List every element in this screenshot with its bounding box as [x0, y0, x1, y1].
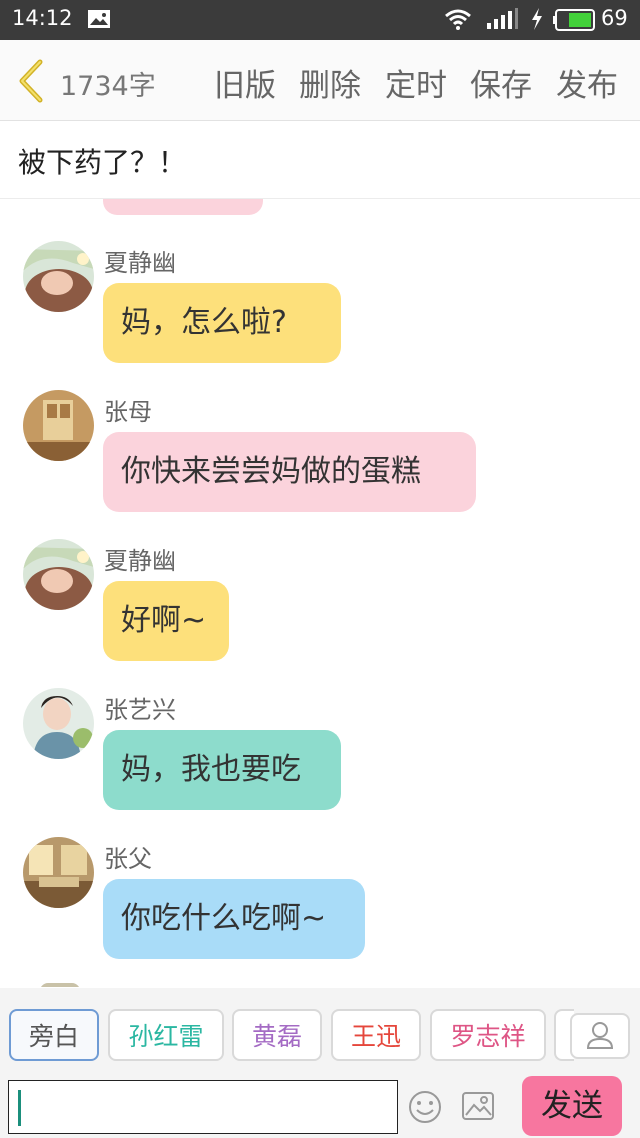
sender-name: 夏静幽	[104, 547, 176, 575]
schedule-button[interactable]: 定时	[385, 60, 447, 105]
top-toolbar: 1734字 旧版 删除 定时 保存 发布	[0, 40, 640, 121]
avatar[interactable]	[23, 837, 94, 908]
avatar[interactable]	[23, 390, 94, 461]
status-bar: 14:12 69	[0, 0, 640, 40]
role-chip-narrator[interactable]: 旁白	[9, 1009, 99, 1061]
text-caret	[18, 1090, 21, 1126]
role-chip[interactable]: 王迅	[331, 1009, 421, 1061]
chat-message[interactable]: 张父 你吃什么吃啊~	[0, 837, 640, 967]
sender-name: 张母	[104, 398, 152, 426]
message-bubble[interactable]: 妈，我也要吃	[103, 730, 341, 810]
message-bubble[interactable]: 你吃什么吃啊~	[103, 879, 365, 959]
role-chip[interactable]: 孙红雷	[108, 1009, 224, 1061]
image-icon	[87, 9, 111, 29]
message-input[interactable]	[8, 1080, 398, 1134]
partial-message-bubble[interactable]	[103, 199, 263, 215]
avatar[interactable]	[23, 241, 94, 312]
message-bubble[interactable]: 你快来尝尝妈做的蛋糕	[103, 432, 476, 512]
emoji-icon[interactable]	[408, 1090, 442, 1128]
message-bubble[interactable]: 妈，怎么啦?	[103, 283, 341, 363]
battery-percent: 69	[601, 6, 628, 30]
composer-bar: 发送	[0, 1074, 640, 1138]
chat-area[interactable]: 夏静幽 妈，怎么啦? 张母 你快来尝尝妈做的蛋糕 夏静幽 好啊~ 张艺兴 妈，我…	[0, 199, 640, 987]
message-bubble[interactable]: 好啊~	[103, 581, 229, 661]
chat-message[interactable]: 张母 你快来尝尝妈做的蛋糕	[0, 390, 640, 520]
story-title: 被下药了？！	[18, 146, 187, 179]
delete-button[interactable]: 删除	[299, 60, 361, 105]
signal-icon	[486, 8, 518, 34]
chat-message[interactable]: 夏静幽 妈，怎么啦?	[0, 241, 640, 371]
story-title-bar[interactable]: 被下药了？！	[0, 121, 640, 199]
role-chip[interactable]: 黄磊	[232, 1009, 322, 1061]
sender-name: 夏静幽	[104, 249, 176, 277]
status-time: 14:12	[12, 6, 73, 30]
old-version-button[interactable]: 旧版	[214, 60, 276, 105]
image-icon[interactable]	[461, 1091, 495, 1125]
chat-message[interactable]: 张艺兴 妈，我也要吃	[0, 688, 640, 818]
wifi-icon	[444, 8, 472, 34]
role-chip[interactable]: 罗志祥	[430, 1009, 546, 1061]
publish-button[interactable]: 发布	[556, 60, 618, 105]
sender-name: 张艺兴	[104, 696, 176, 724]
word-count: 1734字	[60, 71, 156, 102]
add-role-button[interactable]	[570, 1013, 630, 1059]
battery-icon	[553, 9, 597, 35]
back-button[interactable]	[14, 58, 50, 104]
send-button[interactable]: 发送	[522, 1076, 622, 1136]
charging-icon	[530, 7, 544, 35]
chat-message[interactable]: 夏静幽 好啊~	[0, 539, 640, 669]
sender-name: 张父	[104, 845, 152, 873]
person-icon	[586, 1022, 614, 1049]
avatar[interactable]	[23, 688, 94, 759]
partial-avatar	[40, 983, 80, 987]
avatar[interactable]	[23, 539, 94, 610]
chevron-left-icon	[19, 59, 43, 103]
role-selector: 旁白 孙红雷 黄磊 王迅 罗志祥	[0, 988, 640, 1074]
save-button[interactable]: 保存	[470, 60, 532, 105]
